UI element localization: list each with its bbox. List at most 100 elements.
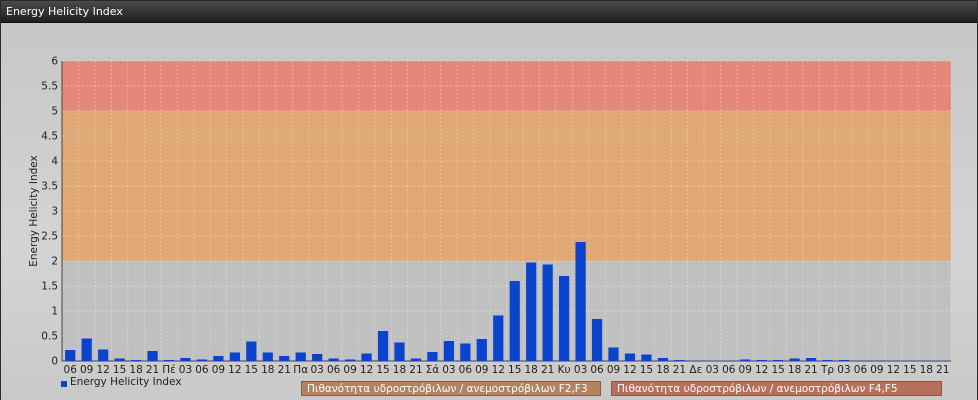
x-tick-label: 15 bbox=[640, 364, 653, 376]
x-tick-label: 03 bbox=[574, 364, 587, 376]
x-tick-label: 03 bbox=[179, 364, 192, 376]
bar bbox=[641, 354, 652, 361]
x-tick-label: 03 bbox=[310, 364, 323, 376]
bar bbox=[344, 359, 356, 361]
x-tick-label: 09 bbox=[739, 364, 752, 376]
bar bbox=[888, 360, 899, 361]
bar bbox=[723, 360, 734, 361]
bar bbox=[295, 352, 306, 361]
bar bbox=[213, 356, 224, 361]
bar bbox=[328, 358, 339, 361]
bar bbox=[740, 359, 751, 361]
x-tick-label: 06 bbox=[722, 364, 736, 376]
bar bbox=[526, 262, 537, 361]
legend-band-f4f5: Πιθανότητα υδροστρόβιλων / ανεμοστρόβιλω… bbox=[611, 381, 942, 396]
x-tick-label: 09 bbox=[870, 364, 883, 376]
chart-area: 0 0.5 1 1.5 2 2.5 3 3.5 4 4.5 5 5.5 6 Energy Helicity… bbox=[1, 23, 977, 400]
bar bbox=[377, 331, 389, 361]
bar bbox=[130, 360, 142, 361]
x-tick-label: 18 bbox=[129, 364, 142, 376]
x-tick-label: 18 bbox=[656, 364, 669, 376]
x-tick-label: 21 bbox=[146, 364, 159, 376]
x-tick-label: Τρ bbox=[820, 364, 834, 376]
bar bbox=[279, 356, 290, 361]
bar bbox=[476, 339, 487, 361]
x-tick-label: 12 bbox=[492, 364, 505, 376]
bar bbox=[921, 360, 932, 361]
x-tick-label: Σά bbox=[426, 364, 440, 376]
y-tick-label: 1.5 bbox=[41, 281, 58, 293]
bar bbox=[163, 360, 175, 361]
x-tick-label: 06 bbox=[459, 364, 473, 376]
bar bbox=[147, 351, 158, 361]
bar bbox=[822, 360, 833, 361]
legend-series-swatch bbox=[61, 381, 67, 387]
x-tick-label: 15 bbox=[903, 364, 916, 376]
x-tick-label: 18 bbox=[393, 364, 406, 376]
legend-series-label: Energy Helicity Index bbox=[70, 376, 182, 388]
bar bbox=[657, 358, 669, 361]
x-tick-label: 12 bbox=[887, 364, 900, 376]
x-tick-label: 15 bbox=[245, 364, 258, 376]
bar bbox=[180, 358, 191, 361]
bar bbox=[312, 354, 323, 361]
bar bbox=[410, 358, 422, 361]
bar bbox=[246, 341, 257, 361]
energy-helicity-chart: 0 0.5 1 1.5 2 2.5 3 3.5 4 4.5 5 5.5 6 Energy Helicity… bbox=[28, 56, 952, 376]
bar bbox=[114, 358, 125, 361]
bar bbox=[443, 341, 454, 361]
y-tick-label: 0 bbox=[51, 356, 58, 368]
x-tick-label: 06 bbox=[327, 364, 341, 376]
bar bbox=[756, 360, 767, 361]
x-tick-label: 18 bbox=[261, 364, 274, 376]
bar bbox=[591, 319, 603, 361]
x-tick-label: 21 bbox=[409, 364, 422, 376]
title-bar: Energy Helicity Index bbox=[1, 1, 977, 23]
x-tick-label: 03 bbox=[706, 364, 719, 376]
x-tick-label: 15 bbox=[376, 364, 389, 376]
bar bbox=[838, 360, 850, 361]
bar bbox=[575, 242, 586, 361]
bar bbox=[493, 315, 504, 361]
x-tick-label: 03 bbox=[442, 364, 455, 376]
y-tick-label: 4.5 bbox=[41, 131, 58, 143]
bar bbox=[98, 349, 109, 361]
bar bbox=[707, 360, 718, 361]
x-tick-label: 09 bbox=[212, 364, 225, 376]
x-tick-label: Πα bbox=[293, 364, 308, 376]
x-tick-label: 12 bbox=[96, 364, 109, 376]
x-tick-label: 21 bbox=[673, 364, 686, 376]
x-tick-label: Πέ bbox=[162, 364, 176, 376]
bar bbox=[559, 276, 570, 361]
y-tick-label: 5.5 bbox=[41, 81, 58, 93]
bar bbox=[229, 352, 240, 361]
x-tick-label: 09 bbox=[607, 364, 620, 376]
y-tick-label: 3.5 bbox=[41, 181, 58, 193]
y-tick-label: 1 bbox=[51, 306, 58, 318]
bar bbox=[904, 360, 915, 361]
x-tick-label: 21 bbox=[936, 364, 949, 376]
x-tick-label: 15 bbox=[113, 364, 126, 376]
x-tick-label: 06 bbox=[195, 364, 209, 376]
chart-window: Energy Helicity Index 0 0.5 1 1.5 2 2.5 3 3.5 4 4… bbox=[0, 0, 978, 400]
x-tick-label: 15 bbox=[771, 364, 784, 376]
x-tick-label: 12 bbox=[623, 364, 636, 376]
y-tick-label: 0.5 bbox=[41, 331, 58, 343]
bar bbox=[427, 352, 438, 361]
bar bbox=[394, 342, 405, 361]
bar bbox=[542, 264, 553, 361]
bar bbox=[674, 360, 685, 361]
x-tick-label: 15 bbox=[508, 364, 521, 376]
bar bbox=[773, 360, 784, 361]
y-tick-label: 2.5 bbox=[41, 231, 58, 243]
x-tick-label: Δε bbox=[689, 364, 702, 376]
bar bbox=[690, 360, 701, 361]
bar bbox=[81, 338, 92, 361]
legend-band-f2f3: Πιθανότητα υδροστρόβιλων / ανεμοστρόβιλω… bbox=[301, 381, 601, 396]
bar bbox=[196, 359, 208, 361]
x-tick-label: 09 bbox=[80, 364, 93, 376]
x-tick-label: Κυ bbox=[558, 364, 571, 376]
bar bbox=[361, 353, 372, 361]
y-tick-label: 6 bbox=[51, 56, 58, 68]
x-tick-label: 06 bbox=[64, 364, 78, 376]
